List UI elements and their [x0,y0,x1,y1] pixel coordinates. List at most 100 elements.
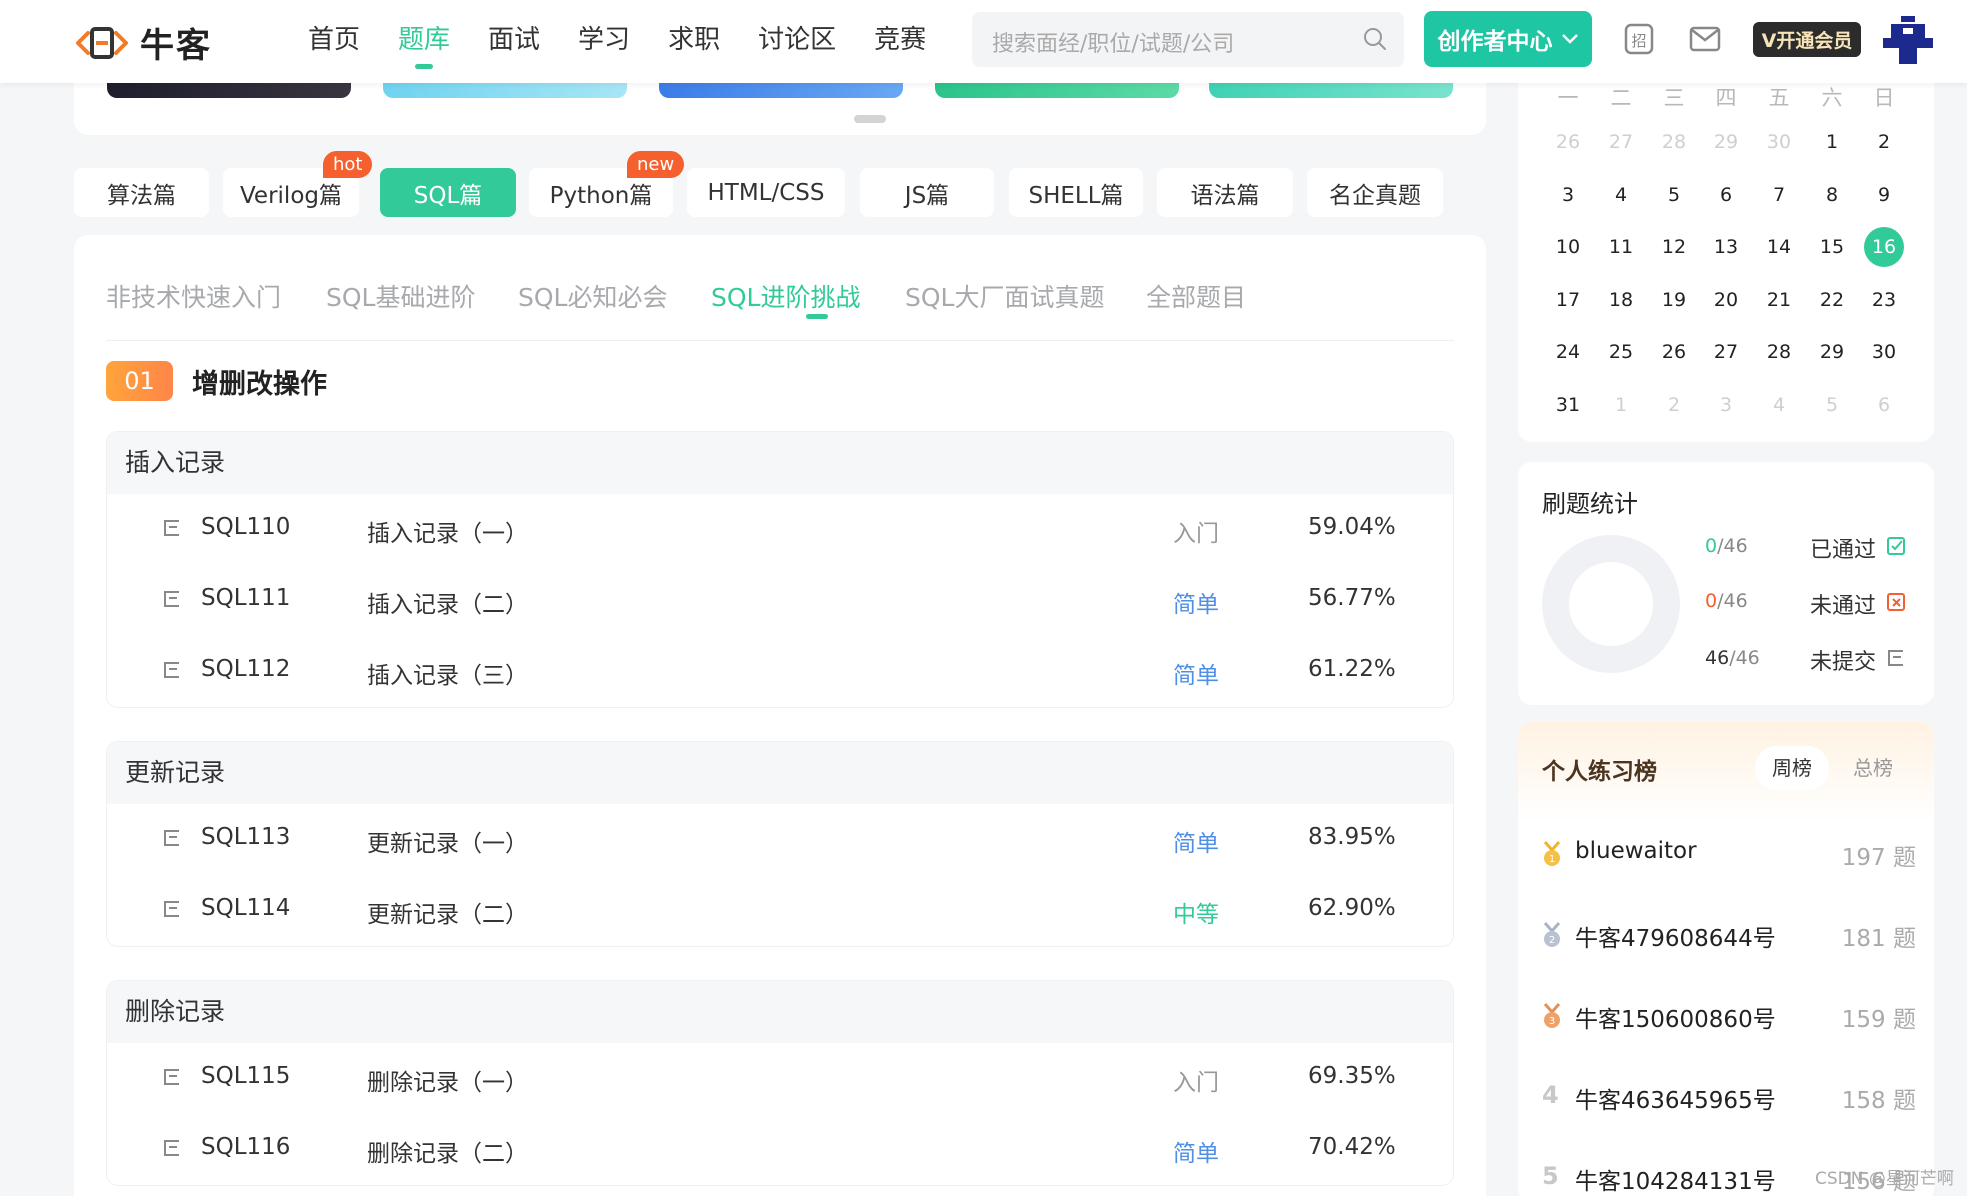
vip-button[interactable]: V开通会员 [1753,22,1861,57]
calendar-day[interactable]: 9 [1864,175,1904,215]
recruit-icon[interactable]: 招 [1623,22,1655,56]
table-row[interactable]: SQL115 删除记录（一） 入门 69.35% [107,1043,1453,1114]
category-tab-html-css[interactable]: HTML/CSS [687,168,845,217]
subtab-sql-basic[interactable]: SQL基础进阶 [326,278,475,314]
carousel-indicator[interactable] [854,115,886,123]
question-title[interactable]: 更新记录（一） [367,824,528,858]
category-tab-algorithm[interactable]: 算法篇 [74,168,209,217]
ranking-user-name[interactable]: bluewaitor [1575,838,1697,864]
calendar-day[interactable]: 26 [1654,332,1694,372]
calendar-day[interactable]: 8 [1812,175,1852,215]
group-title: 删除记录 [107,981,1453,1043]
calendar-day[interactable]: 12 [1654,227,1694,267]
question-title[interactable]: 插入记录（一） [367,514,528,548]
calendar-day[interactable]: 25 [1601,332,1641,372]
calendar-day[interactable]: 6 [1864,385,1904,425]
table-row[interactable]: SQL110 插入记录（一） 入门 59.04% [107,494,1453,565]
calendar-day[interactable]: 24 [1548,332,1588,372]
calendar-day[interactable]: 11 [1601,227,1641,267]
calendar-day[interactable]: 18 [1601,280,1641,320]
search-icon[interactable] [1362,26,1388,52]
calendar-day[interactable]: 30 [1759,122,1799,162]
calendar-day[interactable]: 22 [1812,280,1852,320]
search-input[interactable]: 搜索面经/职位/试题/公司 [972,12,1404,67]
calendar-day[interactable]: 6 [1706,175,1746,215]
calendar-day[interactable]: 5 [1654,175,1694,215]
calendar-day[interactable]: 21 [1759,280,1799,320]
ranking-user-name[interactable]: 牛客479608644号 [1575,919,1776,953]
category-tab-js[interactable]: JS篇 [860,168,994,217]
subtab-sql-must-know[interactable]: SQL必知必会 [518,278,667,314]
calendar-day[interactable]: 5 [1812,385,1852,425]
calendar-day[interactable]: 23 [1864,280,1904,320]
subtab-sql-interview[interactable]: SQL大厂面试真题 [905,278,1104,314]
calendar-day[interactable]: 15 [1812,227,1852,267]
calendar-day[interactable]: 29 [1812,332,1852,372]
calendar-day[interactable]: 17 [1548,280,1588,320]
calendar-day[interactable]: 28 [1654,122,1694,162]
avatar[interactable] [1883,14,1933,66]
ranking-item[interactable]: 3 牛客150600860号 159 题 [1540,996,1916,1036]
subtab-all[interactable]: 全部题目 [1146,278,1246,314]
calendar-day[interactable]: 10 [1548,227,1588,267]
nav-contest[interactable]: 竞赛 [874,0,926,83]
table-row[interactable]: SQL111 插入记录（二） 简单 56.77% [107,565,1453,636]
category-tab-company[interactable]: 名企真题 [1307,168,1443,217]
question-title[interactable]: 删除记录（二） [367,1134,528,1168]
calendar-day[interactable]: 28 [1759,332,1799,372]
tab-total[interactable]: 总榜 [1836,746,1910,790]
calendar-day[interactable]: 2 [1864,122,1904,162]
ranking-item[interactable]: 4 牛客463645965号 158 题 [1540,1077,1916,1117]
category-tab-python[interactable]: Python篇 new [529,151,685,217]
nav-jobs[interactable]: 求职 [668,0,720,83]
calendar-day-today[interactable]: 16 [1864,227,1904,267]
nav-home[interactable]: 首页 [308,0,360,83]
tab-weekly[interactable]: 周榜 [1755,746,1829,790]
calendar-day[interactable]: 2 [1654,385,1694,425]
calendar-day[interactable]: 4 [1601,175,1641,215]
calendar-day[interactable]: 4 [1759,385,1799,425]
nav-learning[interactable]: 学习 [578,0,630,83]
calendar-day[interactable]: 3 [1548,175,1588,215]
calendar-day[interactable]: 1 [1601,385,1641,425]
calendar-day[interactable]: 3 [1706,385,1746,425]
calendar-day[interactable]: 27 [1706,332,1746,372]
table-row[interactable]: SQL112 插入记录（三） 简单 61.22% [107,636,1453,707]
subtab-sql-advanced[interactable]: SQL进阶挑战 [711,278,860,314]
calendar-day[interactable]: 27 [1601,122,1641,162]
category-tab-sql[interactable]: SQL篇 [380,168,516,217]
question-title[interactable]: 删除记录（一） [367,1063,528,1097]
table-row[interactable]: SQL113 更新记录（一） 简单 83.95% [107,804,1453,875]
creator-center-button[interactable]: 创作者中心 [1424,11,1592,67]
category-tab-shell[interactable]: SHELL篇 [1009,168,1143,217]
logo[interactable]: 牛客 [74,18,212,67]
category-tab-verilog[interactable]: Verilog篇 hot [223,151,373,217]
calendar-day[interactable]: 31 [1548,385,1588,425]
nav-question-bank[interactable]: 题库 [398,0,450,83]
question-title[interactable]: 插入记录（二） [367,585,528,619]
category-tab-syntax[interactable]: 语法篇 [1157,168,1293,217]
ranking-user-name[interactable]: 牛客104284131号 [1575,1162,1776,1196]
ranking-user-name[interactable]: 牛客150600860号 [1575,1000,1776,1034]
calendar-day[interactable]: 13 [1706,227,1746,267]
question-title[interactable]: 更新记录（二） [367,895,528,929]
nav-discussion[interactable]: 讨论区 [758,0,836,83]
calendar-day[interactable]: 7 [1759,175,1799,215]
ranking-user-name[interactable]: 牛客463645965号 [1575,1081,1776,1115]
question-title[interactable]: 插入记录（三） [367,656,528,690]
calendar-day[interactable]: 30 [1864,332,1904,372]
calendar-day[interactable]: 29 [1706,122,1746,162]
calendar-day[interactable]: 19 [1654,280,1694,320]
subtab-nontech-intro[interactable]: 非技术快速入门 [106,278,281,314]
calendar-day[interactable]: 20 [1706,280,1746,320]
nav-interview[interactable]: 面试 [488,0,540,83]
table-row[interactable]: SQL114 更新记录（二） 中等 62.90% [107,875,1453,946]
calendar-day[interactable]: 1 [1812,122,1852,162]
table-row[interactable]: SQL116 删除记录（二） 简单 70.42% [107,1114,1453,1185]
calendar-day[interactable]: 14 [1759,227,1799,267]
ranking-item[interactable]: 1 bluewaitor 197 题 [1540,834,1916,874]
ranking-item[interactable]: 2 牛客479608644号 181 题 [1540,915,1916,955]
mail-icon[interactable] [1689,26,1721,52]
calendar-day[interactable]: 26 [1548,122,1588,162]
question-id: SQL110 [201,514,291,540]
